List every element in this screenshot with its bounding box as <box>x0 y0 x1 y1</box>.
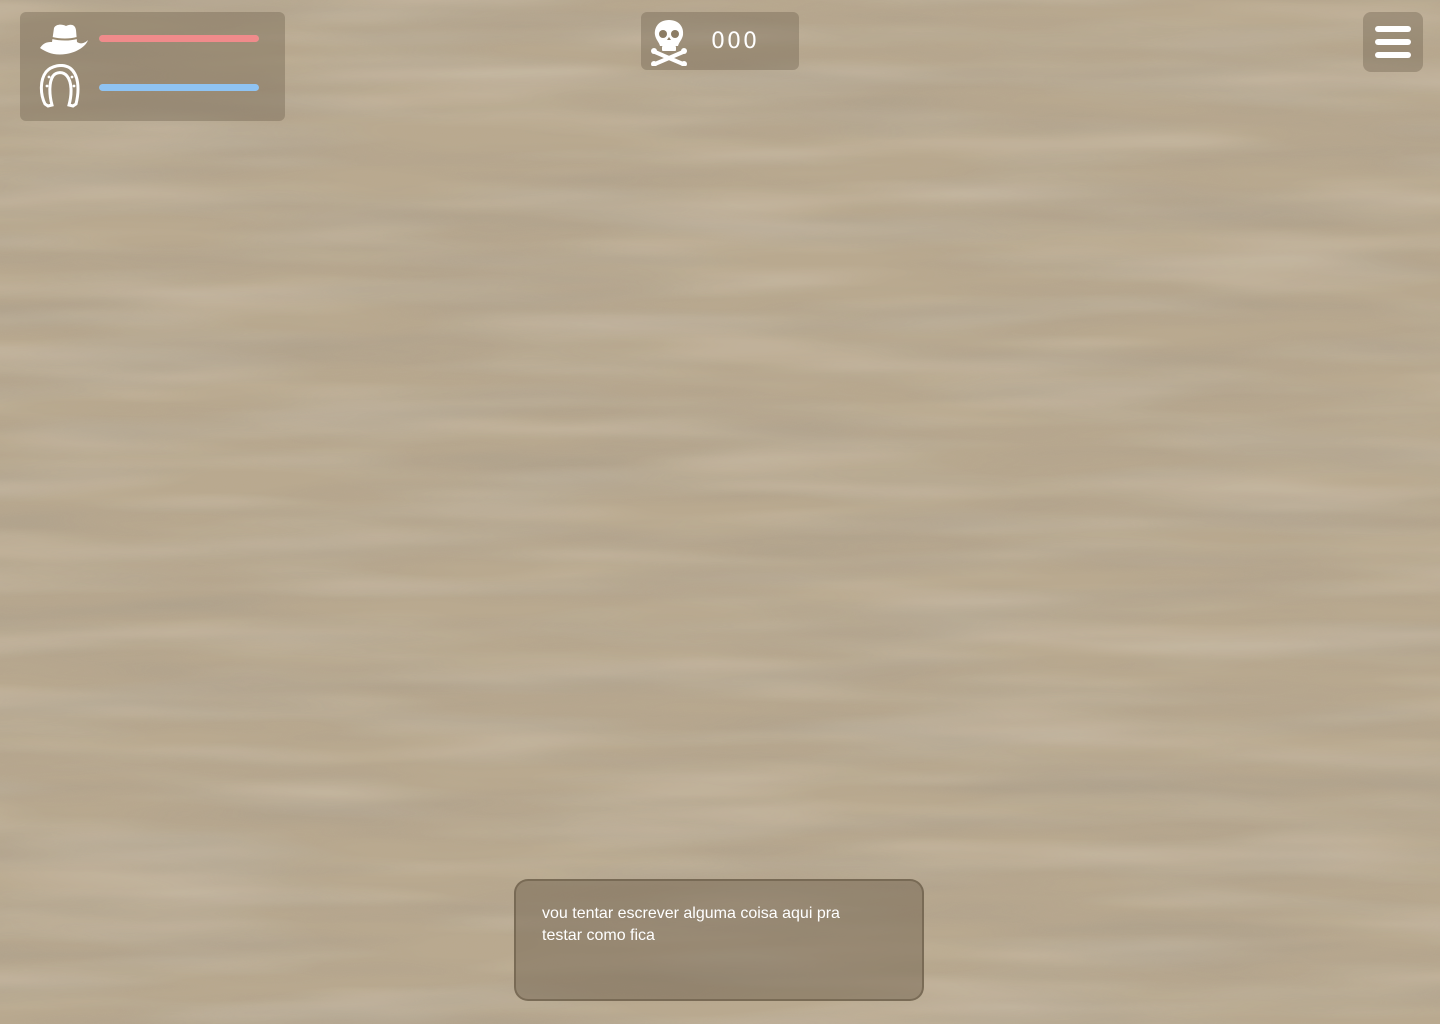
stamina-bar-fill <box>99 84 259 91</box>
sand-background <box>0 0 1440 1024</box>
menu-button[interactable] <box>1363 12 1423 72</box>
menu-line <box>1375 52 1411 58</box>
stamina-row <box>36 64 276 108</box>
dialog-box[interactable]: vou tentar escrever alguma coisa aqui pr… <box>514 879 924 1001</box>
health-bar-fill <box>99 35 259 42</box>
stamina-bar <box>99 84 259 91</box>
skull-crossbones-icon <box>651 20 687 66</box>
player-status-panel <box>20 12 285 121</box>
menu-line <box>1375 26 1411 32</box>
health-bar <box>99 35 259 42</box>
dialog-text: vou tentar escrever alguma coisa aqui pr… <box>542 905 840 944</box>
health-row <box>36 18 276 62</box>
kill-counter-panel: 000 <box>641 12 799 70</box>
cowboy-hat-icon <box>40 24 88 55</box>
menu-line <box>1375 39 1411 45</box>
kill-count: 000 <box>711 29 759 54</box>
horseshoe-icon <box>39 64 80 108</box>
